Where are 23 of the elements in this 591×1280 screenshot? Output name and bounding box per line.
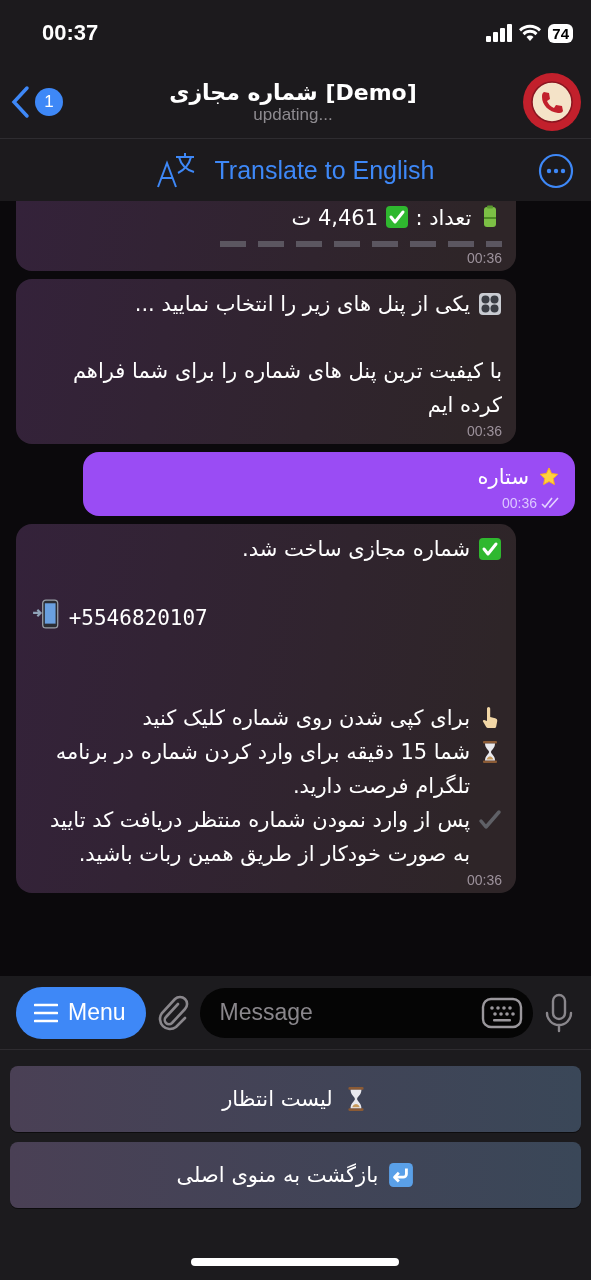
message-time: 00:36 [466,422,502,440]
message-text: تعداد : [415,206,472,230]
message-text: با کیفیت ترین پنل های شماره را برای شما فراهم کرده ایم [72,359,502,417]
message-text: پس از وارد نمودن شماره منتظر دریافت کد تایید به صورت خودکار از طریق همین ربات باشید. [49,807,470,868]
message-time: 00:36 [466,871,502,889]
keyboard-button[interactable]: بازگشت به منوی اصلی [10,1142,581,1208]
phone-number[interactable]: +5546820107 [68,606,208,630]
message-text: شما 15 دقیقه برای وارد کردن شماره در برنامه تلگرام فرصت دارید. [54,739,470,800]
message-text: ستاره [477,464,529,491]
message-text: یکی از پنل های زیر را انتخاب نمایید ... [134,291,470,318]
chat-status: updating... [253,104,333,125]
chat-title: شماره مجازی [Demo] [169,79,417,105]
message-text: شماره مجازی ساخت شد. [242,536,470,563]
unread-badge: 1 [35,88,63,116]
message-time: 00:36 [466,249,502,267]
battery-level: 74 [548,23,573,43]
status-time: 00:37 [42,20,99,46]
message-text: برای کپی شدن روی شماره کلیک کنید [142,705,470,732]
translate-button[interactable]: Translate to English [214,155,435,185]
keyboard-button[interactable]: لیست انتظار [10,1066,581,1132]
message-text: 4,461 ت [291,206,378,230]
message-field[interactable]: Message [199,987,533,1038]
message-time: 00:36 [501,494,537,512]
